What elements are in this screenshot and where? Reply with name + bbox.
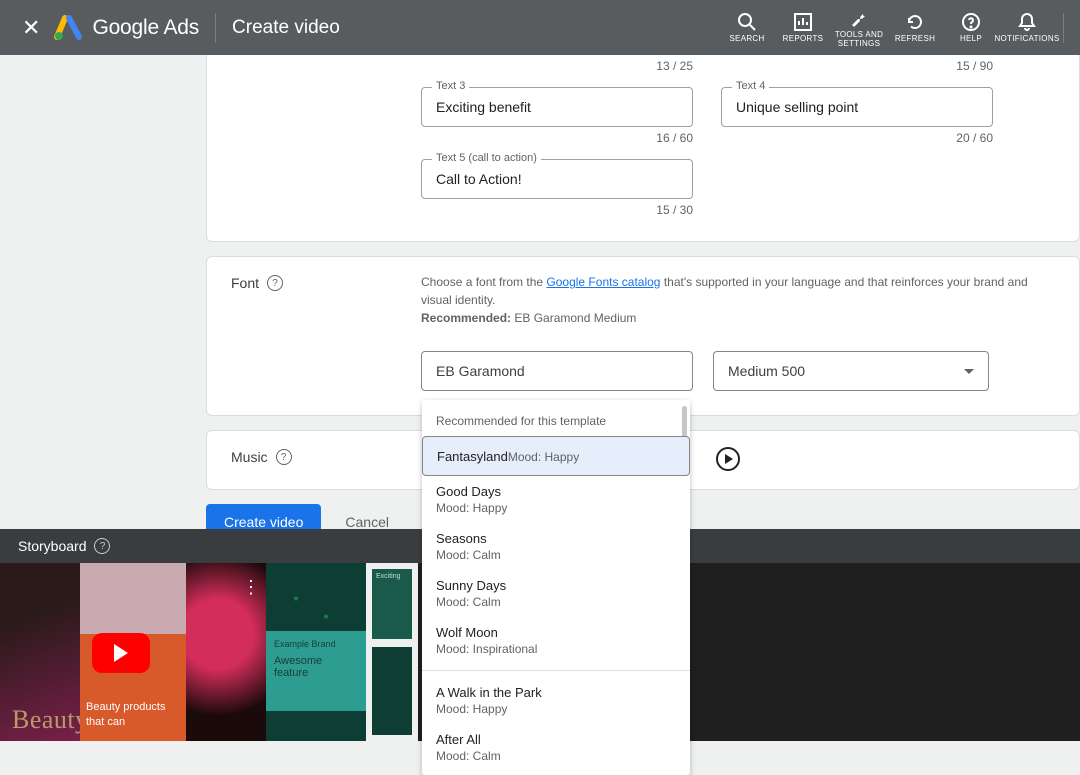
music-dropdown: Recommended for this template Fantasylan… xyxy=(422,400,690,775)
play-icon xyxy=(114,644,128,662)
header-divider-right xyxy=(1063,13,1064,43)
music-option-wolf-moon[interactable]: Wolf Moon Mood: Inspirational xyxy=(422,617,690,664)
text5-counter: 15 / 30 xyxy=(421,203,693,217)
font-weight-select[interactable]: Medium 500 xyxy=(713,351,989,391)
play-button[interactable] xyxy=(716,447,740,471)
help-icon[interactable]: ? xyxy=(94,538,110,554)
music-option-seasons[interactable]: Seasons Mood: Calm xyxy=(422,523,690,570)
storyboard-thumb-3[interactable]: ⋮ at xyxy=(186,563,266,741)
storyboard-thumb-1[interactable]: Beauty xyxy=(0,563,80,741)
page-title: Create video xyxy=(232,17,340,39)
music-option-fantasyland[interactable]: Fantasyland Mood: Happy xyxy=(422,436,690,476)
text2-counter: 15 / 90 xyxy=(721,59,993,73)
storyboard-title: Storyboard xyxy=(18,538,86,554)
text4-label: Text 4 xyxy=(732,80,769,92)
refresh-tool[interactable]: REFRESH xyxy=(887,11,943,44)
thumb5-mini: Exciting xyxy=(372,569,412,639)
text5-label: Text 5 (call to action) xyxy=(432,152,541,164)
tools-settings-tool[interactable]: TOOLS AND SETTINGS xyxy=(831,7,887,49)
font-description: Choose a font from the Google Fonts cata… xyxy=(421,273,1055,327)
help-icon[interactable]: ? xyxy=(276,449,292,465)
text5-input[interactable] xyxy=(422,160,692,198)
text4-counter: 20 / 60 xyxy=(721,131,993,145)
thumb4-box: Example Brand Awesome feature xyxy=(266,631,366,711)
notifications-tool[interactable]: NOTIFICATIONS xyxy=(999,11,1055,44)
help-icon xyxy=(961,11,981,33)
music-option-after-all[interactable]: After All Mood: Calm xyxy=(422,724,690,771)
app-header: ✕ Google Ads Create video SEARCH REPORTS… xyxy=(0,0,1080,55)
play-icon xyxy=(725,454,733,464)
text3-counter: 16 / 60 xyxy=(421,131,693,145)
help-icon[interactable]: ? xyxy=(267,275,283,291)
logo-text: Google Ads xyxy=(92,16,199,40)
reports-icon xyxy=(794,11,812,33)
ads-logo-icon xyxy=(54,15,84,41)
font-card: Font ? Choose a font from the Google Fon… xyxy=(206,256,1080,416)
text4-input[interactable] xyxy=(722,88,992,126)
wrench-icon xyxy=(849,7,869,29)
chevron-down-icon xyxy=(964,369,974,374)
thumb2-caption: Beauty products that can xyxy=(86,700,180,729)
youtube-play-button[interactable] xyxy=(92,633,150,673)
font-weight-value: Medium 500 xyxy=(728,363,805,379)
close-icon[interactable]: ✕ xyxy=(12,15,50,41)
reports-tool[interactable]: REPORTS xyxy=(775,11,831,44)
storyboard-thumb-5[interactable]: Exciting xyxy=(366,563,418,741)
text5-field[interactable]: Text 5 (call to action) xyxy=(421,159,693,199)
more-icon[interactable]: ⋮ xyxy=(242,577,258,598)
thumb1-text: Beauty xyxy=(12,705,80,735)
text-card: 13 / 25 15 / 90 Text 3 16 / 60 Text 4 20… xyxy=(206,55,1080,242)
storyboard-thumb-4[interactable]: Example Brand Awesome feature xyxy=(266,563,366,741)
google-ads-logo: Google Ads xyxy=(54,15,199,41)
search-icon xyxy=(737,11,757,33)
font-section-label: Font ? xyxy=(231,273,421,391)
music-option-walk-in-park[interactable]: A Walk in the Park Mood: Happy xyxy=(422,677,690,724)
dropdown-recommended-header: Recommended for this template xyxy=(422,400,690,436)
font-family-value: EB Garamond xyxy=(436,363,525,379)
bell-icon xyxy=(1018,11,1036,33)
search-tool[interactable]: SEARCH xyxy=(719,11,775,44)
google-fonts-link[interactable]: Google Fonts catalog xyxy=(546,275,660,289)
music-section-label: Music ? xyxy=(231,447,421,471)
refresh-icon xyxy=(905,11,925,33)
text1-counter: 13 / 25 xyxy=(421,59,693,73)
help-tool[interactable]: HELP xyxy=(943,11,999,44)
header-divider xyxy=(215,13,216,43)
music-option-good-days[interactable]: Good Days Mood: Happy xyxy=(422,476,690,523)
font-family-select[interactable]: EB Garamond xyxy=(421,351,693,391)
music-option-sunny-days[interactable]: Sunny Days Mood: Calm xyxy=(422,570,690,617)
text3-input[interactable] xyxy=(422,88,692,126)
cancel-button[interactable]: Cancel xyxy=(345,514,389,530)
text4-field[interactable]: Text 4 xyxy=(721,87,993,127)
dropdown-separator xyxy=(422,670,690,671)
text3-label: Text 3 xyxy=(432,80,469,92)
text3-field[interactable]: Text 3 xyxy=(421,87,693,127)
